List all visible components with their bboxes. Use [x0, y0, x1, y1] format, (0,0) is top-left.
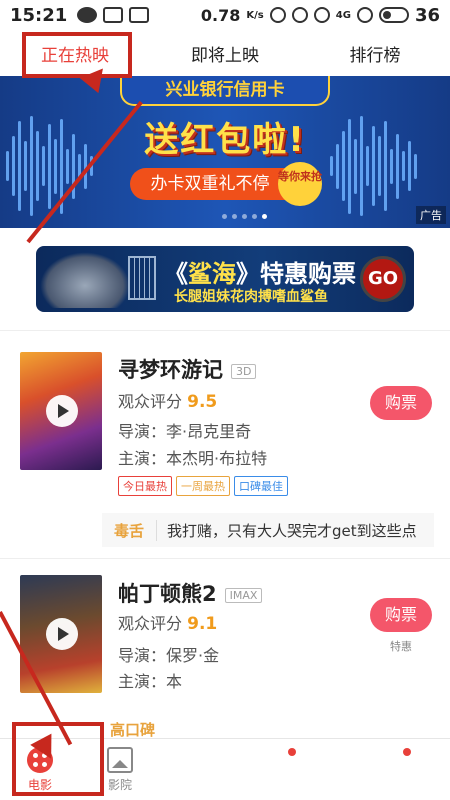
status-right: 0.78 K/s 4G 36 [201, 5, 440, 26]
sound-wave-left [6, 106, 116, 226]
banner-subtext: 办卡双重礼不停 [130, 168, 290, 200]
cage-image [128, 256, 156, 300]
shark-image [40, 252, 130, 308]
movie-title[interactable]: 寻梦环游记 3D [118, 354, 257, 384]
tab-rankings[interactable]: 排行榜 [300, 41, 450, 66]
section-divider [0, 558, 450, 559]
speed-unit: K/s [246, 9, 264, 21]
carousel-dot[interactable] [242, 214, 247, 219]
review-label: 毒舌 [102, 519, 158, 541]
banner-badge: 等你来抢 [278, 162, 322, 206]
review-text: 我打赌，只有大人哭完才get到这些点 [167, 521, 417, 540]
format-badge: IMAX [224, 587, 263, 603]
movie-tag: 今日最热 [118, 476, 172, 496]
carousel-dot[interactable] [262, 214, 267, 219]
discount-label: 特惠 [390, 640, 412, 653]
carousel-dot[interactable] [232, 214, 237, 219]
nav-item-3[interactable] [160, 739, 240, 800]
banner-header: 兴业银行信用卡 [120, 76, 330, 106]
toggle-icon [378, 7, 409, 23]
gallery-icon [129, 7, 150, 23]
ad-label: 广告 [416, 206, 446, 224]
section-label: 高口碑 [110, 721, 156, 739]
movie-cast: 主演：本 [118, 672, 183, 691]
tab-coming-soon[interactable]: 即将上映 [150, 41, 300, 66]
hd-icon [356, 7, 373, 23]
movie-tag: 口碑最佳 [234, 476, 288, 496]
movie-tags: 今日最热 一周最热 口碑最佳 [118, 476, 288, 496]
nav-label: 影院 [107, 777, 132, 792]
promo-title-highlight: 鲨海 [188, 260, 236, 288]
review-snippet[interactable]: 毒舌 我打赌，只有大人哭完才get到这些点 [102, 513, 434, 547]
play-icon[interactable] [46, 618, 78, 650]
network-speed: 0.78 [200, 5, 241, 25]
movie-title[interactable]: 帕丁顿熊2 IMAX [118, 578, 263, 608]
play-icon[interactable] [46, 395, 78, 427]
go-button[interactable]: GO [360, 256, 406, 302]
status-time: 15:21 [10, 4, 68, 26]
annotation-box-nav [12, 722, 104, 796]
battery-level: 36 [414, 4, 440, 26]
format-badge: 3D [231, 363, 257, 379]
wifi-icon [313, 7, 330, 23]
nav-item-5[interactable] [320, 739, 400, 800]
movie-rating: 观众评分 9.5 [118, 392, 218, 412]
movie-director: 导演：李·昂克里奇 [118, 422, 252, 441]
chat-icon [77, 7, 98, 23]
ad-banner[interactable]: 兴业银行信用卡 送红包啦! 办卡双重礼不停 等你来抢 广告 [0, 76, 450, 228]
dot-icon [403, 748, 411, 756]
news-icon [103, 7, 124, 23]
buy-ticket-button[interactable]: 购票 [370, 598, 432, 632]
picture-icon [107, 746, 133, 773]
status-bar: 15:21 0.78 K/s 4G 36 [0, 0, 450, 30]
nav-item-4[interactable] [240, 739, 320, 800]
annotation-box-tab [22, 32, 132, 78]
banner-headline: 送红包啦! [144, 120, 306, 160]
carousel-dot[interactable] [222, 214, 227, 219]
movie-poster[interactable] [20, 352, 102, 470]
alarm-icon [269, 7, 286, 23]
movie-cast: 主演：本杰明·布拉特 [118, 449, 268, 468]
vibrate-icon [291, 7, 308, 23]
promo-banner[interactable]: 《鲨海》特惠购票 长腿姐妹花肉搏嗜血鲨鱼 GO [36, 246, 414, 312]
promo-title: 《鲨海》特惠购票 [164, 260, 356, 288]
network-type: 4G [335, 9, 351, 21]
section-divider [0, 330, 450, 331]
carousel-dot[interactable] [252, 214, 257, 219]
dot-icon [288, 748, 296, 756]
movie-rating: 观众评分 9.1 [118, 614, 218, 634]
buy-ticket-button[interactable]: 购票 [370, 386, 432, 420]
movie-director: 导演：保罗·金 [118, 646, 220, 665]
carousel-dots [222, 214, 267, 219]
movie-tag: 一周最热 [176, 476, 230, 496]
promo-subtitle: 长腿姐妹花肉搏嗜血鲨鱼 [174, 289, 328, 305]
